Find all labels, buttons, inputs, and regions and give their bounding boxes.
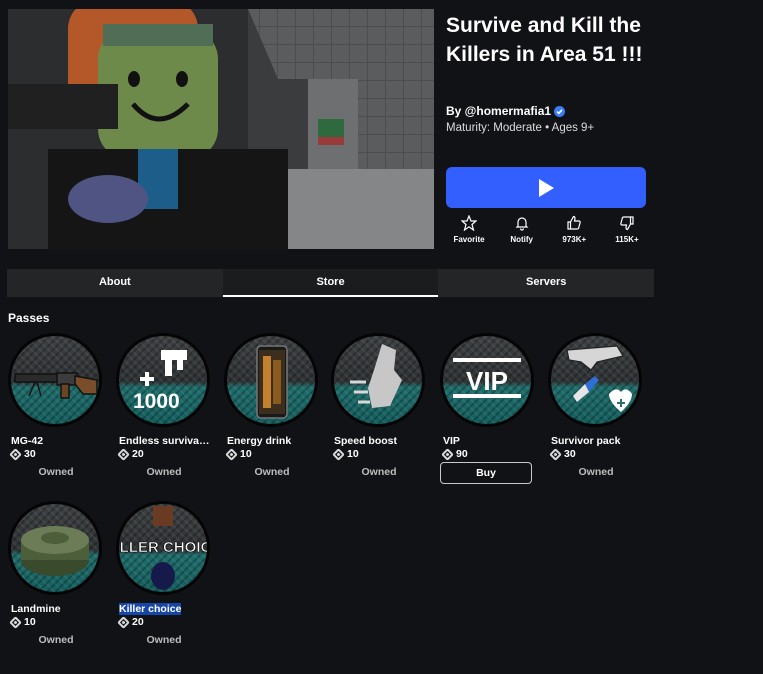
game-thumbnail-image (8, 9, 434, 249)
play-button[interactable] (446, 167, 646, 208)
thumbs-down-icon (620, 216, 634, 231)
pass-image (8, 333, 102, 427)
maturity-rating: Maturity: Moderate • Ages 9+ (446, 122, 595, 134)
pass-owned-status: Owned (361, 466, 397, 478)
star-icon (461, 215, 477, 231)
play-icon (539, 178, 554, 197)
pass-name: VIP (443, 435, 460, 447)
pass-owned-status: Owned (146, 466, 182, 478)
pass-price-value: 90 (456, 448, 468, 460)
pass-image: VIP (440, 333, 534, 427)
bell-icon (515, 217, 529, 231)
game-actions: Favorite Notify 973K+ 115K+ (446, 215, 650, 249)
pass-price-value: 20 (132, 616, 144, 628)
robux-icon (441, 447, 454, 461)
pass-price: 10 (9, 615, 36, 629)
pass-price-value: 30 (564, 448, 576, 460)
creator-line[interactable]: By @homermafia1 (446, 104, 566, 118)
pass-price-value: 10 (240, 448, 252, 460)
favorite-label: Favorite (453, 235, 485, 244)
pass-price-value: 30 (24, 448, 36, 460)
pass-price: 30 (9, 447, 36, 461)
pass-name: MG-42 (11, 435, 44, 447)
tab-bar: About Store Servers (7, 269, 654, 297)
pass-owned-status: Owned (146, 634, 182, 646)
favorite-button[interactable]: Favorite (446, 215, 492, 249)
dislike-count: 115K+ (615, 235, 639, 244)
thumbs-up-icon (567, 215, 582, 230)
robux-icon (117, 615, 130, 629)
robux-icon (9, 615, 22, 629)
uzi-1000-icon: 1000 (133, 350, 187, 413)
landmine-icon (21, 526, 89, 576)
passes-heading: Passes (8, 311, 50, 325)
pass-owned-status: Owned (578, 466, 614, 478)
pass-name: Survivor pack (551, 435, 621, 447)
pass-image (331, 333, 425, 427)
energy-drink-can-icon (256, 345, 288, 419)
pass-owned-status: Owned (38, 466, 74, 478)
pass-image (548, 333, 642, 427)
pass-owned-status: Owned (254, 466, 290, 478)
pass-price: 20 (117, 447, 144, 461)
svg-text:VIP: VIP (466, 366, 508, 396)
speed-boost-icon (350, 344, 402, 408)
game-title: Survive and Kill the Killers in Area 51 … (446, 14, 643, 66)
game-thumbnail[interactable] (8, 9, 434, 249)
notify-button[interactable]: Notify (499, 215, 545, 249)
pass-price: 10 (225, 447, 252, 461)
pass-image: 1000 (116, 333, 210, 427)
like-count: 973K+ (562, 235, 587, 244)
pass-price: 30 (549, 447, 576, 461)
pass-name: Speed boost (334, 435, 398, 447)
robux-icon (9, 447, 22, 461)
dislike-button[interactable]: 115K+ (604, 215, 650, 249)
creator-name[interactable]: By @homermafia1 (446, 104, 551, 118)
robux-icon (549, 447, 562, 461)
pass-price: 20 (117, 615, 144, 629)
robux-icon (225, 447, 238, 461)
tab-servers[interactable]: Servers (438, 269, 654, 297)
vip-sign-icon: VIP (453, 358, 521, 398)
pass-image: KILLER CHOICE (116, 501, 210, 595)
like-button[interactable]: 973K+ (551, 215, 597, 249)
survivor-pack-icon (566, 345, 632, 412)
pass-name: Landmine (11, 603, 61, 615)
notify-label: Notify (510, 235, 533, 244)
pass-price-value: 20 (132, 448, 144, 460)
pass-name: Killer choice (119, 603, 182, 615)
verified-badge-icon (554, 105, 566, 117)
pass-image (224, 333, 318, 427)
robux-icon (332, 447, 345, 461)
pass-price: 90 (441, 447, 468, 461)
pass-owned-status: Owned (38, 634, 74, 646)
tab-store[interactable]: Store (222, 269, 439, 297)
machine-gun-icon (14, 372, 98, 399)
svg-text:KILLER CHOICE: KILLER CHOICE (119, 539, 207, 556)
pass-name: Energy drink (227, 435, 292, 447)
robux-icon (117, 447, 130, 461)
killer-choice-icon: KILLER CHOICE (119, 506, 207, 590)
pass-price-value: 10 (24, 616, 36, 628)
pass-name: Endless survival ... (119, 435, 211, 447)
pass-price: 10 (332, 447, 359, 461)
svg-text:1000: 1000 (133, 390, 180, 413)
buy-button[interactable]: Buy (440, 462, 532, 484)
pass-price-value: 10 (347, 448, 359, 460)
pass-image (8, 501, 102, 595)
tab-about[interactable]: About (7, 269, 223, 297)
